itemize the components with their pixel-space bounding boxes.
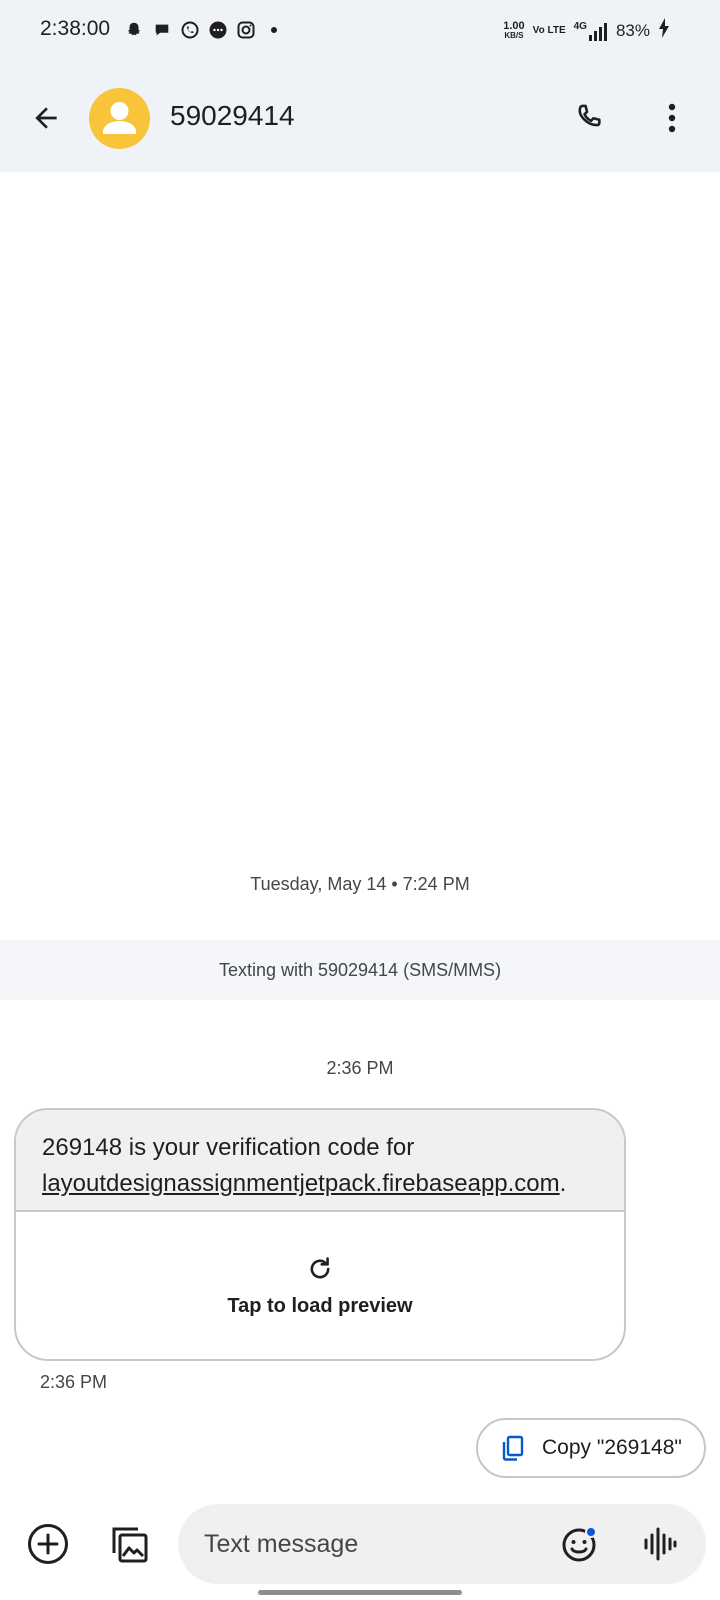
arrow-back-icon [35, 107, 57, 129]
chat-bubble-icon [152, 20, 172, 40]
more-notifications-icon [264, 20, 284, 40]
emoji-icon [562, 1526, 597, 1562]
back-button[interactable] [26, 98, 66, 138]
status-bar: 2:38:00 1.00 KB/S Vo LTE 4G 83% [0, 0, 720, 64]
message-text: 269148 is your verification code for lay… [16, 1110, 624, 1212]
app-bar: 59029414 [0, 64, 720, 172]
more-vert-icon [668, 103, 676, 133]
messenger-icon [208, 20, 228, 40]
gallery-button[interactable] [108, 1522, 152, 1566]
add-circle-icon [28, 1524, 68, 1564]
link-preview[interactable]: Tap to load preview [16, 1212, 624, 1359]
message-body: 269148 is your verification code for [42, 1134, 415, 1161]
voice-icon [644, 1527, 677, 1561]
copy-icon [502, 1435, 524, 1461]
message-link[interactable]: layoutdesignassignmentjetpack.firebaseap… [42, 1170, 560, 1197]
add-attachment-button[interactable] [26, 1522, 70, 1566]
signal-icon: 4G [574, 21, 608, 41]
instagram-icon [236, 20, 256, 40]
voice-message-button[interactable] [638, 1522, 682, 1566]
avatar[interactable] [89, 88, 150, 149]
snapchat-icon [124, 20, 144, 40]
date-divider: Tuesday, May 14 • 7:24 PM [250, 874, 470, 894]
battery-level: 83% [615, 20, 650, 40]
refresh-icon [310, 1257, 330, 1279]
network-speed: 1.00 KB/S [503, 19, 525, 40]
charging-icon [658, 18, 670, 43]
more-options-button[interactable] [652, 96, 692, 140]
notification-icons [124, 20, 284, 40]
emoji-button[interactable] [558, 1522, 602, 1566]
message-sent-time: 2:36 PM [40, 1372, 108, 1392]
contact-name[interactable]: 59029414 [170, 100, 295, 132]
phone-icon [578, 104, 601, 127]
preview-label: Tap to load preview [227, 1295, 413, 1317]
volte-indicator: Vo LTE [532, 24, 566, 36]
message-bubble[interactable]: 269148 is your verification code for lay… [14, 1108, 626, 1361]
whatsapp-icon [180, 20, 200, 40]
person-icon [103, 102, 136, 134]
message-timestamp: 2:36 PM [326, 1058, 394, 1078]
call-button[interactable] [568, 96, 612, 140]
compose-bar [178, 1504, 706, 1584]
texting-banner: Texting with 59029414 (SMS/MMS) [0, 940, 720, 1000]
copy-code-label: Copy "269148" [542, 1436, 682, 1459]
copy-code-chip[interactable]: Copy "269148" [476, 1418, 706, 1478]
status-time: 2:38:00 [40, 17, 111, 40]
gallery-icon [112, 1527, 148, 1563]
home-indicator[interactable] [258, 1590, 462, 1595]
system-status: 1.00 KB/S Vo LTE 4G 83% [503, 18, 670, 43]
message-suffix: . [559, 1170, 567, 1197]
message-input[interactable] [204, 1524, 524, 1564]
